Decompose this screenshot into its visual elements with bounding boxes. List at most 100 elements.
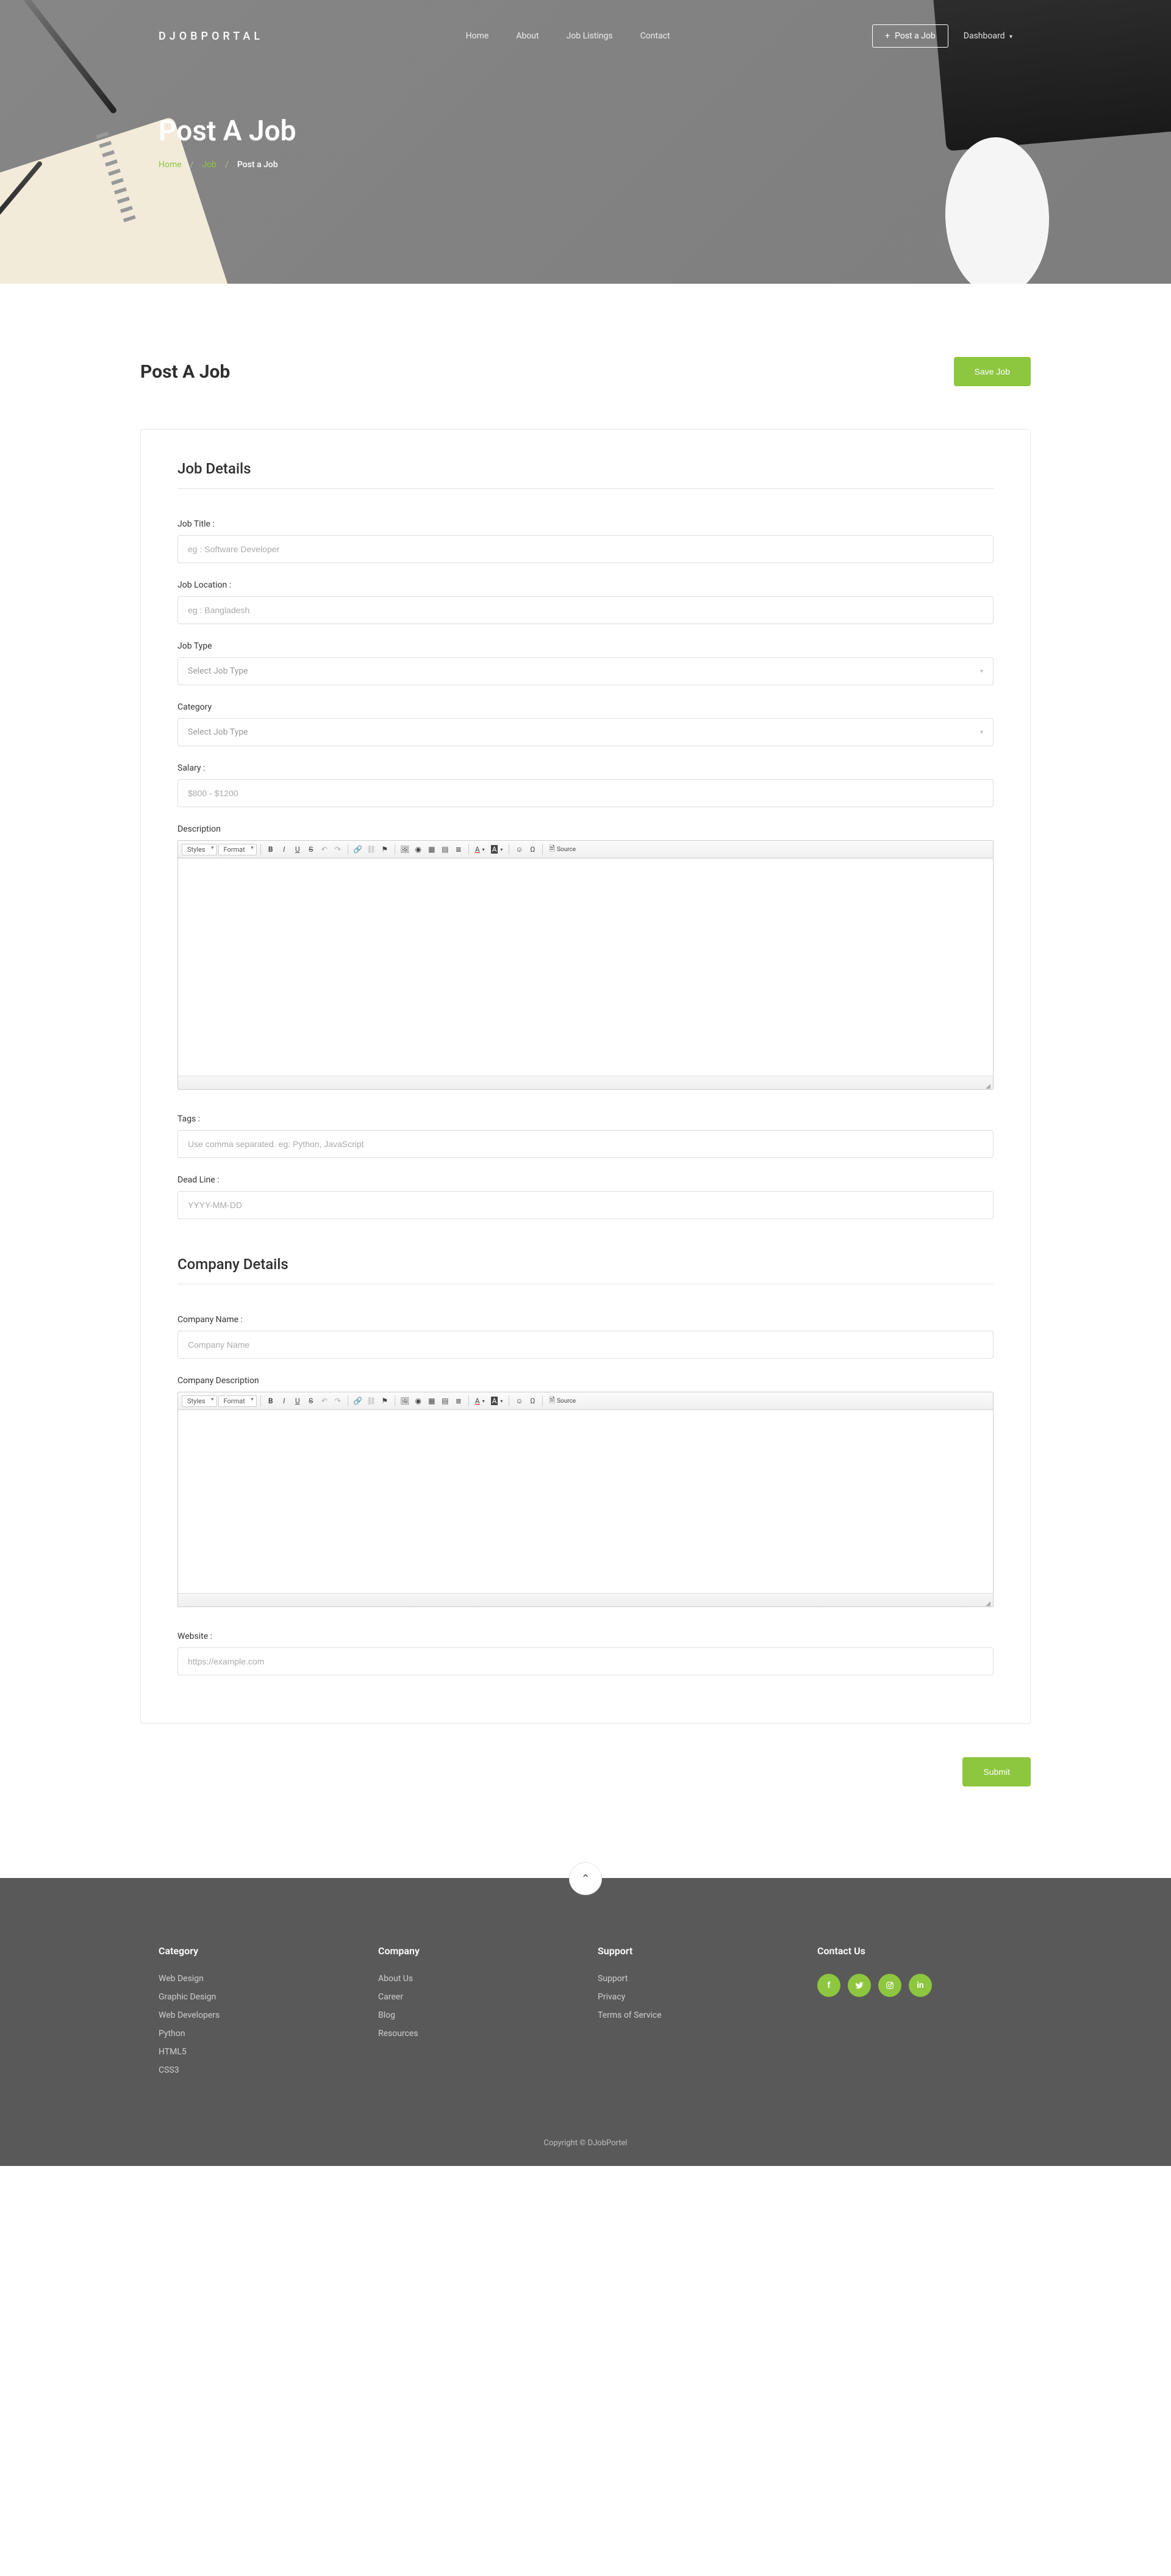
category-select[interactable]: Select Job Type ▾ (177, 718, 994, 746)
editor-toolbar: Styles Format B I U S ↶ ↷ 🔗 ⛓ ⚑ 🖼 ◉ (178, 1392, 993, 1410)
editor-styles-select[interactable]: Styles (182, 1395, 217, 1407)
brand-logo[interactable]: DJOBPORTAL (159, 30, 263, 43)
breadcrumb-current: Post a Job (237, 160, 278, 170)
table-icon[interactable]: ▤ (439, 843, 451, 855)
company-name-input[interactable] (177, 1331, 994, 1359)
nav-dashboard[interactable]: Dashboard ▾ (964, 31, 1012, 41)
footer-link[interactable]: CSS3 (159, 2065, 179, 2075)
underline-icon[interactable]: U (292, 843, 304, 855)
table-icon[interactable]: ▤ (439, 1395, 451, 1407)
back-to-top-button[interactable]: ⌃ (569, 1862, 602, 1895)
italic-icon[interactable]: I (278, 1395, 290, 1407)
hero-deco-pen (23, 0, 118, 115)
editor-body[interactable] (178, 858, 993, 1076)
footer-link[interactable]: Support (598, 1974, 628, 1984)
form-card: Job Details Job Title : Job Location : J… (140, 429, 1031, 1724)
editor-format-select[interactable]: Format (218, 844, 257, 855)
bg-color-icon[interactable]: A▾ (489, 1395, 506, 1407)
hr-icon[interactable]: ≣ (453, 843, 465, 855)
bold-icon[interactable]: B (265, 1395, 277, 1407)
hero-banner: DJOBPORTAL Home About Job Listings Conta… (0, 0, 1171, 284)
breadcrumb-job[interactable]: Job (202, 160, 217, 170)
editor-format-select[interactable]: Format (218, 1395, 257, 1407)
footer-link[interactable]: About Us (378, 1974, 413, 1984)
footer-link[interactable]: Resources (378, 2029, 418, 2038)
footer-link[interactable]: HTML5 (159, 2047, 187, 2057)
unlink-icon[interactable]: ⛓ (365, 843, 378, 855)
editor-resize-handle[interactable] (178, 1076, 993, 1089)
job-location-input[interactable] (177, 596, 994, 624)
bg-color-icon[interactable]: A▾ (489, 843, 506, 855)
form-title: Post A Job (140, 361, 230, 383)
breadcrumb-home[interactable]: Home (159, 160, 182, 170)
linkedin-icon[interactable]: in (909, 1974, 932, 1997)
editor-resize-handle[interactable] (178, 1593, 993, 1606)
job-type-select[interactable]: Select Job Type ▾ (177, 657, 994, 685)
text-color-icon[interactable]: A▾ (473, 843, 487, 855)
redo-icon[interactable]: ↷ (332, 843, 344, 855)
footer-contact-title: Contact Us (817, 1945, 1012, 1957)
underline-icon[interactable]: U (292, 1395, 304, 1407)
link-icon[interactable]: 🔗 (352, 1395, 364, 1407)
nav-right: + Post a Job Dashboard ▾ (872, 24, 1012, 48)
special-char-icon[interactable]: Ω (526, 1395, 539, 1407)
redo-icon[interactable]: ↷ (332, 1395, 344, 1407)
editor-body[interactable] (178, 1410, 993, 1593)
unlink-icon[interactable]: ⛓ (365, 1395, 378, 1407)
footer-link[interactable]: Python (159, 2029, 185, 2038)
codeblock-icon[interactable]: ▦ (426, 843, 438, 855)
undo-icon[interactable]: ↶ (318, 843, 331, 855)
editor-styles-select[interactable]: Styles (182, 844, 217, 855)
embed-icon[interactable]: ◉ (412, 843, 424, 855)
footer-link[interactable]: Graphic Design (159, 1992, 216, 2002)
salary-input[interactable] (177, 779, 994, 807)
footer-link[interactable]: Web Design (159, 1974, 204, 1984)
footer-link[interactable]: Blog (378, 2010, 395, 2020)
footer-link[interactable]: Privacy (598, 1992, 625, 2002)
bold-icon[interactable]: B (265, 843, 277, 855)
smiley-icon[interactable]: ☺ (513, 843, 525, 855)
job-type-label: Job Type (177, 641, 994, 651)
anchor-icon[interactable]: ⚑ (379, 1395, 391, 1407)
footer-link[interactable]: Web Developers (159, 2010, 220, 2020)
embed-icon[interactable]: ◉ (412, 1395, 424, 1407)
facebook-icon[interactable]: f (817, 1974, 840, 1997)
job-title-input[interactable] (177, 535, 994, 563)
nav-home[interactable]: Home (466, 31, 489, 41)
post-job-button[interactable]: + Post a Job (872, 24, 948, 48)
footer-link[interactable]: Terms of Service (598, 2010, 662, 2020)
strike-icon[interactable]: S (305, 843, 317, 855)
text-color-icon[interactable]: A▾ (473, 1395, 487, 1407)
nav-links: Home About Job Listings Contact (466, 31, 670, 41)
hr-icon[interactable]: ≣ (453, 1395, 465, 1407)
source-button[interactable]: 🗎 Source (546, 843, 578, 855)
undo-icon[interactable]: ↶ (318, 1395, 331, 1407)
image-icon[interactable]: 🖼 (399, 1395, 411, 1407)
source-button[interactable]: 🗎 Source (546, 1395, 578, 1407)
instagram-icon[interactable] (878, 1974, 901, 1997)
nav-about[interactable]: About (516, 31, 539, 41)
submit-button[interactable]: Submit (962, 1757, 1031, 1786)
codeblock-icon[interactable]: ▦ (426, 1395, 438, 1407)
breadcrumb-sep: / (225, 160, 229, 170)
website-input[interactable] (177, 1647, 994, 1675)
footer-link[interactable]: Career (378, 1992, 403, 2002)
anchor-icon[interactable]: ⚑ (379, 843, 391, 855)
nav-job-listings[interactable]: Job Listings (567, 31, 613, 41)
smiley-icon[interactable]: ☺ (513, 1395, 525, 1407)
nav-contact[interactable]: Contact (640, 31, 670, 41)
website-label: Website : (177, 1632, 994, 1641)
twitter-icon[interactable] (848, 1974, 871, 1997)
footer-category-title: Category (159, 1945, 354, 1957)
special-char-icon[interactable]: Ω (526, 843, 539, 855)
link-icon[interactable]: 🔗 (352, 843, 364, 855)
save-job-button[interactable]: Save Job (954, 357, 1031, 386)
company-desc-editor: Styles Format B I U S ↶ ↷ 🔗 ⛓ ⚑ 🖼 ◉ (177, 1392, 994, 1607)
deadline-input[interactable] (177, 1191, 994, 1219)
job-title-label: Job Title : (177, 519, 994, 529)
italic-icon[interactable]: I (278, 843, 290, 855)
image-icon[interactable]: 🖼 (399, 843, 411, 855)
chevron-up-icon: ⌃ (581, 1873, 590, 1885)
tags-input[interactable] (177, 1130, 994, 1158)
strike-icon[interactable]: S (305, 1395, 317, 1407)
